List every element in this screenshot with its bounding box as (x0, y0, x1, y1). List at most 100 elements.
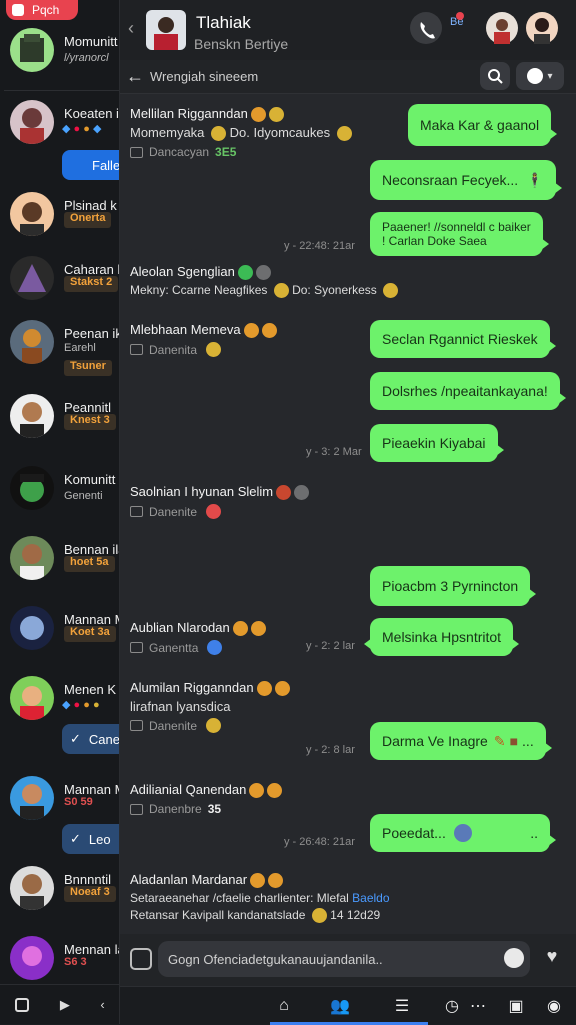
outgoing-message[interactable]: Paaener! //sonneldl c baiker! Carlan Dok… (370, 212, 549, 256)
incoming-message: Mlebhaan Memeva Danenita (130, 322, 277, 358)
status-badge: Noeaf 3 (64, 886, 116, 902)
chevron-left-icon[interactable]: ‹ (100, 997, 104, 1012)
leo-button[interactable]: ✓ Leo (62, 824, 119, 854)
sidebar-item-name: Komunitt (64, 472, 116, 487)
sidebar-top-tab[interactable]: Pqch (6, 0, 78, 20)
message-link[interactable]: Baeldo (352, 891, 389, 905)
emoji-icon (274, 681, 290, 697)
avatar (10, 776, 54, 820)
message-sender: Aladanlan Mardanar (130, 872, 390, 889)
call-icon[interactable] (410, 12, 442, 44)
outgoing-message[interactable]: Neconsraan Fecyek... 🕴 (370, 160, 562, 200)
avatar[interactable] (526, 12, 558, 44)
sidebar-item[interactable]: Peannitl Knest 3 (0, 394, 119, 458)
menu-icon[interactable]: ☰ (388, 993, 416, 1019)
message-text: Momemyaka Do. Idyomcaukes (130, 125, 352, 142)
clock-icon[interactable]: ◷ (438, 993, 466, 1019)
avatar (10, 320, 54, 364)
people-icon[interactable]: 👥 (326, 993, 354, 1019)
emoji-icon (250, 621, 266, 637)
sidebar-item[interactable]: Peenan ik Earehl Tsuner (0, 320, 120, 384)
reply-icon (130, 344, 143, 356)
settings-icon[interactable]: ◉ (540, 993, 568, 1019)
timestamp: y - 3: 2 Mar (306, 446, 362, 458)
divider (4, 90, 119, 91)
incoming-message: Aladanlan Mardanar Setaraeanehar /cfaeli… (130, 872, 390, 924)
emoji-icon[interactable] (504, 948, 524, 968)
status-badge: Knest 3 (64, 414, 116, 430)
emoji-icon (243, 323, 259, 339)
notification-badge[interactable]: Be (450, 12, 464, 28)
message-meta: Danenite (130, 718, 290, 734)
outgoing-message[interactable]: Seclan Rgannict Rieskek (370, 320, 556, 358)
emoji-icon (206, 342, 222, 358)
avatar (10, 100, 54, 144)
sidebar-item-name: Bnnnntil (64, 872, 111, 887)
emoji-icon (207, 640, 223, 656)
arrow-left-icon[interactable]: ← (126, 66, 144, 87)
sidebar-item[interactable]: Komunitt Genenti (0, 466, 119, 530)
emoji-icon (250, 107, 266, 123)
chat-icon[interactable]: ▣ (502, 993, 530, 1019)
sidebar-item[interactable]: Plsinad k Onerta (0, 192, 119, 256)
outgoing-message[interactable]: Melsinka Hpsntritot (363, 618, 520, 656)
chevron-left-icon[interactable]: ‹ (128, 18, 134, 39)
message-sender: Mellilan Rigganndan (130, 106, 352, 123)
avatar[interactable] (486, 12, 518, 44)
avatar (10, 866, 54, 910)
incoming-message: Aleolan Sgenglian Mekny: Ccarne Neagfike… (130, 264, 399, 299)
outgoing-message[interactable]: Darma Ve Inagre ✎ ■... (370, 722, 552, 760)
status-badge: Onerta (64, 212, 112, 228)
message-sender: Saolnian I hyunan Slelim (130, 484, 310, 501)
home-icon[interactable]: ⌂ (270, 993, 298, 1019)
more-options-button[interactable]: ▾ (516, 62, 564, 90)
message-composer: ♥ (120, 934, 576, 986)
fallo-button[interactable]: Falle (62, 150, 119, 180)
more-icon[interactable]: ⋯ (464, 993, 492, 1019)
outgoing-message[interactable]: Dolsrhes /npeaitankayana! (370, 372, 566, 410)
sidebar-item-sub: Earehl (64, 342, 96, 354)
gift-icon: ■ (509, 733, 519, 749)
play-icon[interactable]: ▶ (60, 997, 70, 1013)
incoming-message: Saolnian I hyunan Slelim Danenite (130, 484, 310, 520)
reply-icon (130, 803, 143, 815)
status-badge: hoet 5a (64, 556, 115, 572)
timestamp: y - 2: 8 lar (306, 744, 355, 756)
emoji-icon (255, 265, 271, 281)
bottom-navigation: ⌂ 👥 ☰ ◷ ⋯ ▣ ◉ (120, 986, 576, 1025)
message-sender: Aleolan Sgenglian (130, 264, 398, 281)
outgoing-message[interactable]: Maka Kar & gaanol (408, 104, 558, 146)
outgoing-message[interactable]: Poeedat..... (370, 814, 556, 852)
sidebar-item[interactable]: Mannan M Koet 3a (0, 606, 119, 670)
check-icon: ✓ (70, 731, 81, 746)
microphone-icon[interactable]: ♥ (540, 946, 564, 970)
sidebar-item[interactable]: Bennan ila hoet 5a (0, 536, 119, 600)
status-badge: Tsuner (64, 360, 112, 376)
emoji-icon (273, 283, 289, 299)
sidebar-item[interactable]: Bnnnntil Noeaf 3 (0, 866, 119, 930)
share-icon[interactable] (15, 997, 30, 1012)
outgoing-message[interactable]: Pieaekin Kiyabai (370, 424, 504, 462)
outgoing-message[interactable]: Pioacbm 3 Pyrnincton (370, 566, 537, 606)
sidebar-item[interactable]: Caharan k Stakst 2 (0, 256, 119, 320)
reaction-icons: ◆ ● ● ◆ (62, 123, 102, 135)
emoji-icon (211, 126, 227, 142)
search-button[interactable] (480, 62, 510, 90)
avatar (10, 606, 54, 650)
chevron-down-icon: ▾ (547, 70, 553, 82)
emoji-icon (268, 107, 284, 123)
figure-icon: 🕴 (526, 171, 544, 188)
reaction-icons: ◆ ● ● ● (62, 699, 100, 711)
message-input[interactable] (158, 941, 530, 977)
sidebar-item-name: Menen K (64, 682, 117, 697)
reply-icon (130, 642, 143, 654)
cane-button[interactable]: ✓ Cane (62, 724, 119, 754)
sidebar-item-name: Peenan ik (64, 326, 120, 341)
attach-icon[interactable] (130, 948, 152, 970)
avatar (10, 28, 54, 72)
message-sender: Alumilan Rigganndan (130, 680, 290, 697)
sidebar-item[interactable]: Momunitt l/yranorcl (0, 28, 119, 92)
avatar (453, 824, 472, 842)
emoji-icon (383, 283, 399, 299)
incoming-message: Aublian Nlarodan Ganentta (130, 620, 266, 656)
